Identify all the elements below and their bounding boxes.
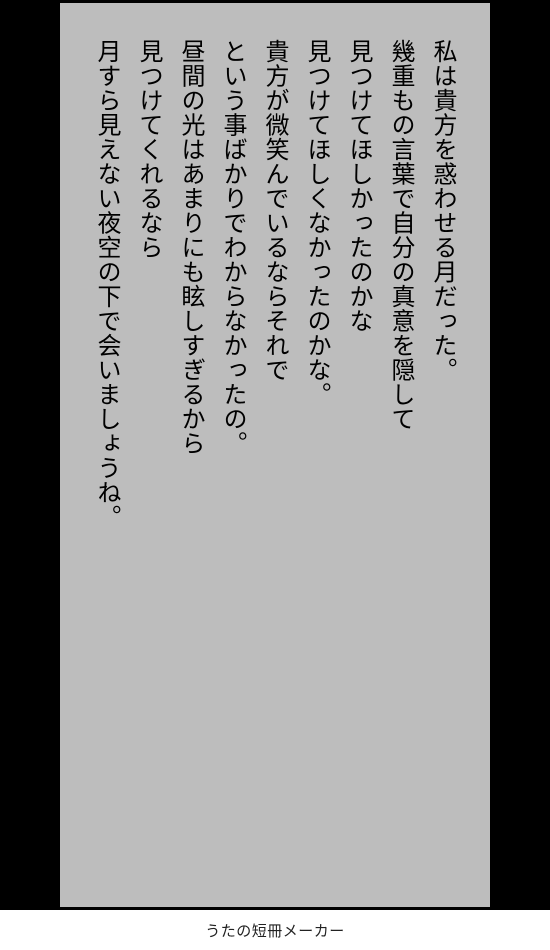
poem-line: 私は貴方を惑わせる月だった。 [429,39,457,382]
black-frame: 私は貴方を惑わせる月だった。 幾重もの言葉で自分の真意を隠して 見つけてほしかっ… [0,0,550,910]
poem-line: 幾重もの言葉で自分の真意を隠して [387,39,415,431]
footer: うたの短冊メーカー [0,910,550,950]
tanzaku-card: 私は貴方を惑わせる月だった。 幾重もの言葉で自分の真意を隠して 見つけてほしかっ… [60,3,490,907]
poem-line: 見つけてくれるなら [135,39,163,260]
poem-line: 見つけてほしくなかったのかな。 [303,39,331,407]
poem-line: 昼間の光はあまりにも眩しすぎるから [177,39,205,456]
app-credit-label: うたの短冊メーカー [205,921,345,940]
poem-text: 私は貴方を惑わせる月だった。 幾重もの言葉で自分の真意を隠して 見つけてほしかっ… [86,39,464,869]
poem-line: 月すら見えない夜空の下で会いましょうね。 [93,39,121,529]
poem-line: 見つけてほしかったのかな [345,39,373,333]
poem-line: という事ばかりでわからなかったの。 [219,39,247,456]
poem-line: 貴方が微笑んでいるならそれで [261,39,289,382]
